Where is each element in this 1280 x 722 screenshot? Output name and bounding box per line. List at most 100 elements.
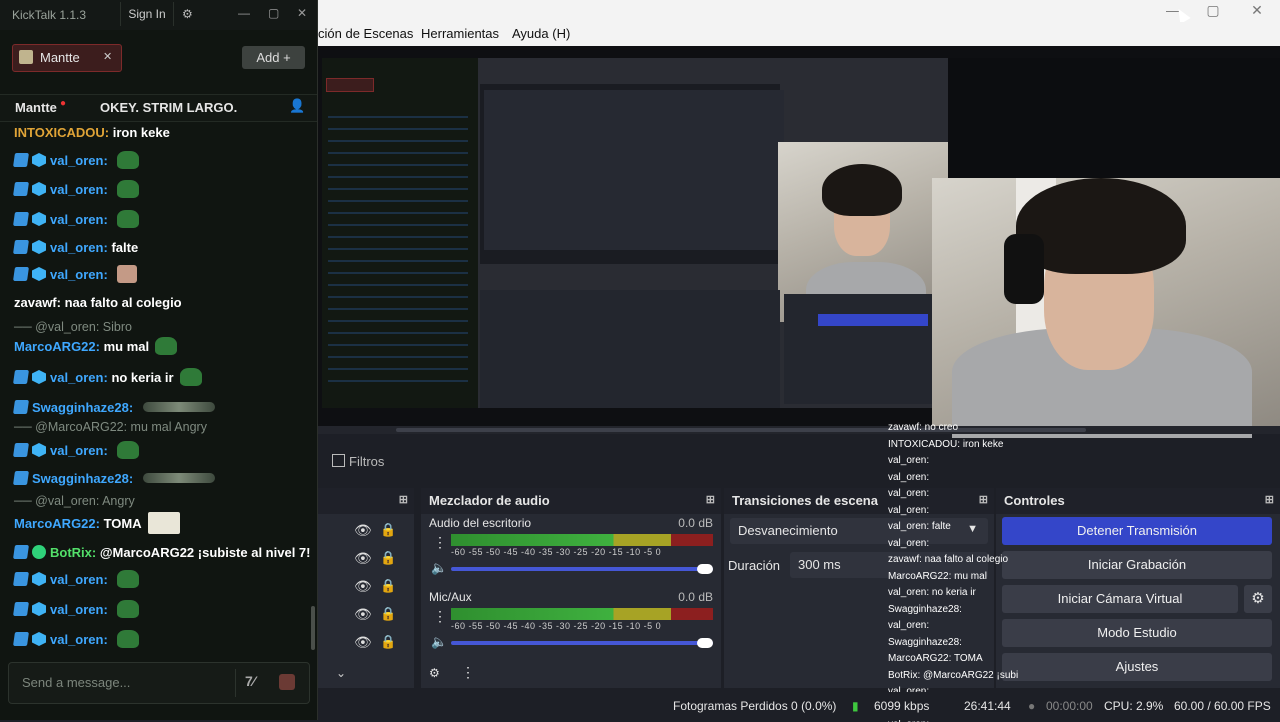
chat-message[interactable]: Swagginhaze28: <box>13 396 215 418</box>
chat-message[interactable]: val_oren: no keria ir <box>13 366 202 388</box>
chat-text: falte <box>111 239 139 255</box>
dock-icon[interactable]: ⊞ <box>399 493 408 506</box>
chat-message[interactable]: val_oren: <box>13 568 140 590</box>
more-options-icon[interactable]: ⋮ <box>461 664 475 681</box>
chat-username[interactable]: val_oren <box>50 443 103 458</box>
chat-message[interactable]: val_oren: <box>13 208 140 230</box>
chat-text: iron keke <box>112 124 170 140</box>
chat-username[interactable]: INTOXICADOU <box>14 125 105 140</box>
menu-tools[interactable]: Herramientas <box>421 26 499 41</box>
source-visibility-icons[interactable]: 👁 👁 👁 👁 👁 <box>354 516 372 656</box>
chat-username[interactable]: val_oren <box>50 153 103 168</box>
start-recording-button[interactable]: Iniciar Grabación <box>1002 551 1272 579</box>
more-options-icon[interactable]: ⋮ <box>433 608 447 625</box>
app-title: KickTalk 1.1.3 <box>12 8 87 22</box>
chat-message[interactable]: val_oren: <box>13 263 138 285</box>
toma-emote-icon <box>147 512 180 534</box>
user-badge-icon <box>13 471 29 485</box>
chat-username[interactable]: val_oren <box>50 267 103 282</box>
long-emote-icon <box>142 402 215 412</box>
close-icon[interactable]: ✕ <box>297 6 307 20</box>
chat-username[interactable]: val_oren <box>50 602 103 617</box>
chat-message[interactable]: MarcoARG22: TOMA <box>14 512 180 534</box>
chat-scrollbar[interactable] <box>311 606 315 650</box>
chat-message[interactable]: Swagginhaze28: <box>13 467 215 489</box>
chat-username[interactable]: MarcoARG22 <box>14 339 96 354</box>
overlay-chat-line: val_oren: <box>888 455 930 466</box>
chat-username[interactable]: val_oren <box>50 212 103 227</box>
gear-icon[interactable]: ⚙ <box>1244 585 1272 613</box>
maximize-icon[interactable]: ▢ <box>1202 2 1224 19</box>
gear-icon[interactable]: ⚙ <box>429 666 440 680</box>
user-badge-icon <box>13 182 29 196</box>
source-lock-icons[interactable]: 🔒 🔒 🔒 🔒 🔒 <box>380 516 396 656</box>
frog-emote-icon <box>117 210 140 228</box>
user-icon[interactable]: 👤 <box>289 98 305 114</box>
close-icon[interactable]: ✕ <box>103 50 112 63</box>
chat-username[interactable]: val_oren <box>50 182 103 197</box>
chat-username[interactable]: val_oren <box>50 370 103 385</box>
chat-message[interactable]: val_oren: <box>13 149 140 171</box>
chat-message[interactable]: val_oren: falte <box>13 236 139 258</box>
chat-message[interactable]: val_oren: <box>13 598 140 620</box>
studio-mode-button[interactable]: Modo Estudio <box>1002 619 1272 647</box>
start-virtual-camera-button[interactable]: Iniciar Cámara Virtual <box>1002 585 1238 613</box>
overlay-chat-line: MarcoARG22: mu mal <box>888 570 987 582</box>
stop-streaming-button[interactable]: Detener Transmisión <box>1002 517 1272 545</box>
chat-message[interactable]: val_oren: <box>13 439 140 461</box>
filters-button[interactable]: Filtros <box>332 454 384 469</box>
speaker-icon[interactable]: 🔈 <box>431 634 447 650</box>
filters-label: Filtros <box>349 454 385 469</box>
chat-username[interactable]: val_oren <box>50 572 103 587</box>
user-badge-icon <box>32 632 46 646</box>
chat-username[interactable]: MarcoARG22 <box>14 516 96 531</box>
more-options-icon[interactable]: ⋮ <box>433 534 447 551</box>
volume-slider[interactable] <box>451 641 713 645</box>
transition-select-value: Desvanecimiento <box>738 523 838 538</box>
menu-help[interactable]: Ayuda (H) <box>512 26 570 41</box>
minimize-icon[interactable]: — <box>238 6 250 20</box>
channel-tab[interactable]: Mantte ✕ <box>12 44 122 72</box>
chevron-down-icon[interactable]: ⌄ <box>336 666 346 680</box>
close-icon[interactable]: ✕ <box>1246 2 1268 19</box>
emote-picker-icon[interactable] <box>279 674 295 690</box>
chat-message[interactable]: val_oren: <box>13 178 140 200</box>
volume-slider-knob[interactable] <box>697 564 713 574</box>
speaker-icon[interactable]: 🔈 <box>431 560 447 576</box>
gear-icon[interactable]: ⚙ <box>182 7 193 21</box>
maximize-icon[interactable]: ▢ <box>268 6 279 20</box>
chat-username[interactable]: BotRix <box>50 545 92 560</box>
kick-emote-icon[interactable]: 7⁄ <box>245 673 255 689</box>
message-input[interactable]: Send a message... 7⁄ <box>8 662 310 704</box>
overlay-chat-line: zavawf: naa falto al colegio <box>888 554 1009 565</box>
dock-icon[interactable]: ⊞ <box>1265 493 1274 506</box>
chat-username[interactable]: Swagginhaze28 <box>32 400 129 415</box>
chat-username[interactable]: Swagginhaze28 <box>32 471 129 486</box>
chat-username[interactable]: val_oren <box>50 240 103 255</box>
chat-message[interactable]: INTOXICADOU: iron keke <box>14 121 170 143</box>
volume-slider-knob[interactable] <box>697 638 713 648</box>
live-dot-icon: ● <box>60 98 67 109</box>
sign-in-button[interactable]: Sign In <box>120 2 174 26</box>
overlay-chat-line: val_oren: <box>888 471 930 483</box>
cat-emote-icon <box>117 265 138 283</box>
volume-slider[interactable] <box>451 567 713 571</box>
add-channel-button[interactable]: Add + <box>242 46 305 69</box>
menu-scene-collection[interactable]: ción de Escenas <box>318 26 413 41</box>
chat-message[interactable]: MarcoARG22: mu mal <box>14 335 178 357</box>
frog-emote-icon <box>117 600 140 618</box>
chat-username[interactable]: val_oren <box>50 632 103 647</box>
kicktalk-titlebar: KickTalk 1.1.3 Sign In ⚙ — ▢ ✕ <box>0 0 317 30</box>
chat-message[interactable]: BotRix: @MarcoARG22 ¡subiste al nivel 7! <box>13 541 310 563</box>
settings-button[interactable]: Ajustes <box>1002 653 1272 681</box>
stream-chat-overlay: zavawf: no creo INTOXICADOU: iron keke val… <box>888 422 1018 722</box>
chat-message[interactable]: val_oren: <box>13 628 140 650</box>
user-badge-icon <box>32 212 46 226</box>
chat-text: @MarcoARG22 ¡subiste al nivel 7! <box>99 544 310 560</box>
duration-label: Duración <box>728 558 781 573</box>
chat-username[interactable]: zavawf <box>14 295 57 310</box>
user-badge-icon <box>13 212 29 226</box>
chat-message[interactable]: zavawf: naa falto al colegio <box>14 291 182 313</box>
dock-icon[interactable]: ⊞ <box>706 493 715 506</box>
overlay-chat-line: val_oren: <box>888 620 930 631</box>
